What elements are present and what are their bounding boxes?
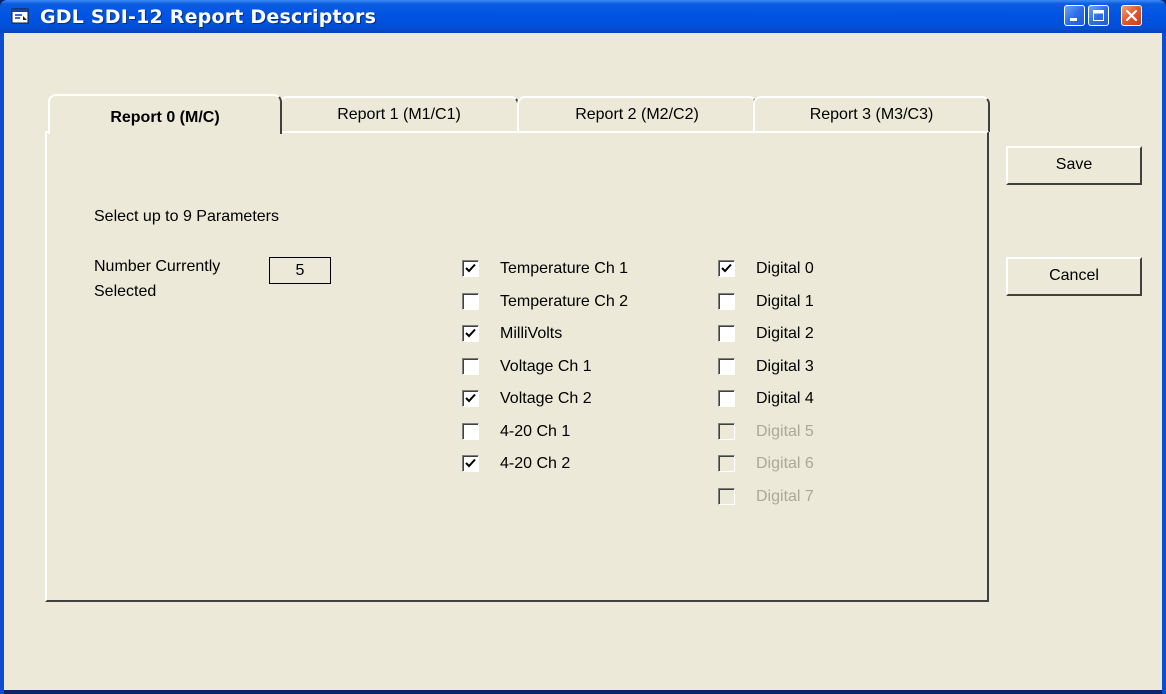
minimize-button[interactable] [1064, 5, 1085, 26]
checkbox-label: Digital 1 [756, 292, 814, 310]
app-window: GDL SDI-12 Report Descriptors Report 1 (… [0, 0, 1166, 694]
checkbox[interactable] [718, 325, 735, 342]
checkbox[interactable] [718, 357, 735, 375]
checkbox [718, 487, 735, 505]
tab-report-2[interactable]: Report 2 (M2/C2) [517, 96, 757, 132]
checkbox-label: Digital 7 [756, 487, 814, 505]
tab-report-1[interactable]: Report 1 (M1/C1) [279, 96, 519, 132]
checkmark-icon [465, 393, 476, 403]
checkmark-icon [721, 263, 732, 273]
maximize-button[interactable] [1088, 5, 1109, 26]
title-bar[interactable]: GDL SDI-12 Report Descriptors [0, 0, 1166, 33]
selected-count-value: 5 [269, 257, 331, 284]
checkbox [718, 455, 735, 472]
checkmark-icon [465, 328, 476, 338]
checkbox[interactable] [462, 260, 479, 277]
checkbox-label: MilliVolts [500, 325, 563, 342]
checkbox-label: Digital 4 [756, 390, 814, 407]
cancel-button[interactable]: Cancel [1006, 257, 1142, 296]
tab-report-0[interactable]: Report 0 (M/C) [48, 94, 282, 134]
checkbox-label: Digital 2 [756, 325, 814, 342]
checkmark-icon [465, 263, 476, 273]
checkbox-label: Digital 6 [756, 455, 814, 472]
select-hint-label: Select up to 9 Parameters [94, 208, 279, 225]
checkbox-label: Voltage Ch 2 [500, 390, 592, 407]
checkbox[interactable] [462, 325, 479, 342]
checkbox[interactable] [462, 455, 479, 472]
checkbox [718, 422, 735, 440]
checkbox-label: Digital 0 [756, 260, 814, 277]
save-button[interactable]: Save [1006, 146, 1142, 185]
checkbox-label: Voltage Ch 1 [500, 357, 592, 375]
checkbox[interactable] [462, 292, 479, 310]
count-label: Number Currently [94, 258, 221, 275]
checkbox-label: Digital 5 [756, 422, 814, 440]
window-title: GDL SDI-12 Report Descriptors [40, 6, 377, 28]
checkbox[interactable] [718, 390, 735, 407]
close-button[interactable] [1121, 5, 1142, 26]
checkbox-label: Temperature Ch 2 [500, 292, 629, 310]
count-label-line2: Selected [94, 283, 157, 300]
minimize-icon [1070, 18, 1077, 21]
checkbox[interactable] [718, 260, 735, 277]
checkbox[interactable] [718, 292, 735, 310]
checkbox-label: Temperature Ch 1 [500, 260, 629, 277]
checkbox[interactable] [462, 390, 479, 407]
tab-report-3[interactable]: Report 3 (M3/C3) [753, 96, 990, 132]
checkbox[interactable] [462, 357, 479, 375]
checkbox-label: 4-20 Ch 2 [500, 455, 571, 472]
window-app-icon [11, 8, 29, 24]
maximize-icon [1093, 10, 1104, 21]
close-icon [1125, 9, 1138, 22]
checkmark-icon [465, 458, 476, 468]
checkbox-label: Digital 3 [756, 357, 814, 375]
checkbox[interactable] [462, 422, 479, 440]
checkbox-label: 4-20 Ch 1 [500, 422, 571, 440]
window-border-right [1162, 33, 1166, 694]
